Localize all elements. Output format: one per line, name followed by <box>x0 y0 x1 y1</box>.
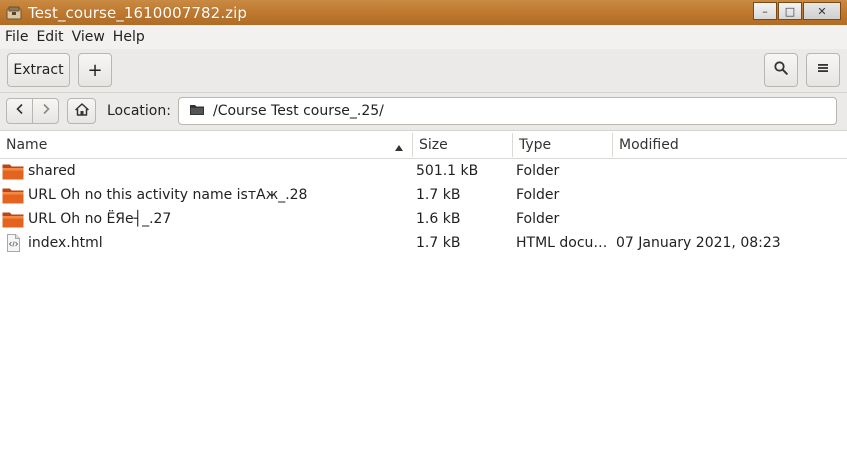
file-name-cell: URL Oh no ЁЯe┤_.27 <box>2 207 410 231</box>
menu-help[interactable]: Help <box>113 29 151 45</box>
file-modified <box>616 183 836 207</box>
file-type: HTML docu… <box>516 235 608 251</box>
close-button[interactable]: ✕ <box>803 2 841 20</box>
file-name: shared <box>28 163 76 179</box>
location-path: /Course Test course_.25/ <box>213 103 384 119</box>
file-size: 1.6 kB <box>416 211 461 227</box>
chevron-left-icon <box>15 103 25 119</box>
close-icon: ✕ <box>817 4 827 18</box>
chevron-right-icon <box>41 103 51 119</box>
archive-app-icon <box>6 6 22 20</box>
column-header-modified[interactable]: Modified <box>613 131 847 159</box>
home-button[interactable] <box>67 98 96 124</box>
file-list: shared 501.1 kB Folder URL Oh no this ac… <box>0 159 847 255</box>
file-name: index.html <box>28 235 103 251</box>
hamburger-menu-icon <box>817 62 829 78</box>
window-controls: – □ ✕ <box>752 2 841 20</box>
file-name-cell: index.html <box>2 231 410 255</box>
table-row[interactable]: URL Oh no this activity name isтАж_.28 1… <box>0 183 847 207</box>
menu-bar: File Edit View Help <box>0 25 847 49</box>
file-size: 501.1 kB <box>416 163 479 179</box>
file-size: 1.7 kB <box>416 187 461 203</box>
location-bar: Location: /Course Test course_.25/ <box>0 93 847 131</box>
search-icon <box>774 61 788 79</box>
table-row[interactable]: shared 501.1 kB Folder <box>0 159 847 183</box>
location-field[interactable]: /Course Test course_.25/ <box>178 97 837 125</box>
folder-icon <box>189 103 205 120</box>
file-modified <box>616 159 836 183</box>
navigation-buttons <box>6 98 59 124</box>
maximize-button[interactable]: □ <box>778 2 802 20</box>
maximize-icon: □ <box>784 4 796 18</box>
folder-icon <box>2 163 24 180</box>
toolbar: Extract + <box>0 49 847 93</box>
column-header-size[interactable]: Size <box>413 131 512 159</box>
column-headers: Name Size Type Modified <box>0 131 847 159</box>
html-file-icon <box>2 234 24 252</box>
file-type: Folder <box>516 187 560 203</box>
minimize-icon: – <box>762 4 768 18</box>
file-size: 1.7 kB <box>416 235 461 251</box>
table-row[interactable]: URL Oh no ЁЯe┤_.27 1.6 kB Folder <box>0 207 847 231</box>
search-button[interactable] <box>764 53 798 87</box>
add-files-button[interactable]: + <box>78 53 112 87</box>
minimize-button[interactable]: – <box>753 2 777 20</box>
extract-button[interactable]: Extract <box>7 53 70 87</box>
menu-file[interactable]: File <box>5 29 34 45</box>
app-menu-button[interactable] <box>806 53 840 87</box>
folder-icon <box>2 187 24 204</box>
back-button[interactable] <box>7 99 32 123</box>
window-title: Test_course_1610007782.zip <box>28 3 248 22</box>
file-type: Folder <box>516 211 560 227</box>
column-header-name[interactable]: Name <box>0 131 412 159</box>
menu-view[interactable]: View <box>72 29 111 45</box>
file-modified: 07 January 2021, 08:23 <box>616 235 781 251</box>
file-name: URL Oh no this activity name isтАж_.28 <box>28 187 308 203</box>
folder-icon <box>2 211 24 228</box>
column-header-type[interactable]: Type <box>513 131 612 159</box>
title-bar: Test_course_1610007782.zip – □ ✕ <box>0 0 847 25</box>
menu-edit[interactable]: Edit <box>36 29 69 45</box>
column-name-label: Name <box>6 137 48 153</box>
sort-ascending-icon <box>394 140 404 156</box>
table-row[interactable]: index.html 1.7 kB HTML docu… 07 January … <box>0 231 847 255</box>
file-name: URL Oh no ЁЯe┤_.27 <box>28 211 172 227</box>
file-name-cell: URL Oh no this activity name isтАж_.28 <box>2 183 410 207</box>
forward-button[interactable] <box>32 99 58 123</box>
file-type: Folder <box>516 163 560 179</box>
file-modified <box>616 207 836 231</box>
location-label: Location: <box>107 103 171 119</box>
home-icon <box>74 102 89 120</box>
file-name-cell: shared <box>2 159 410 183</box>
